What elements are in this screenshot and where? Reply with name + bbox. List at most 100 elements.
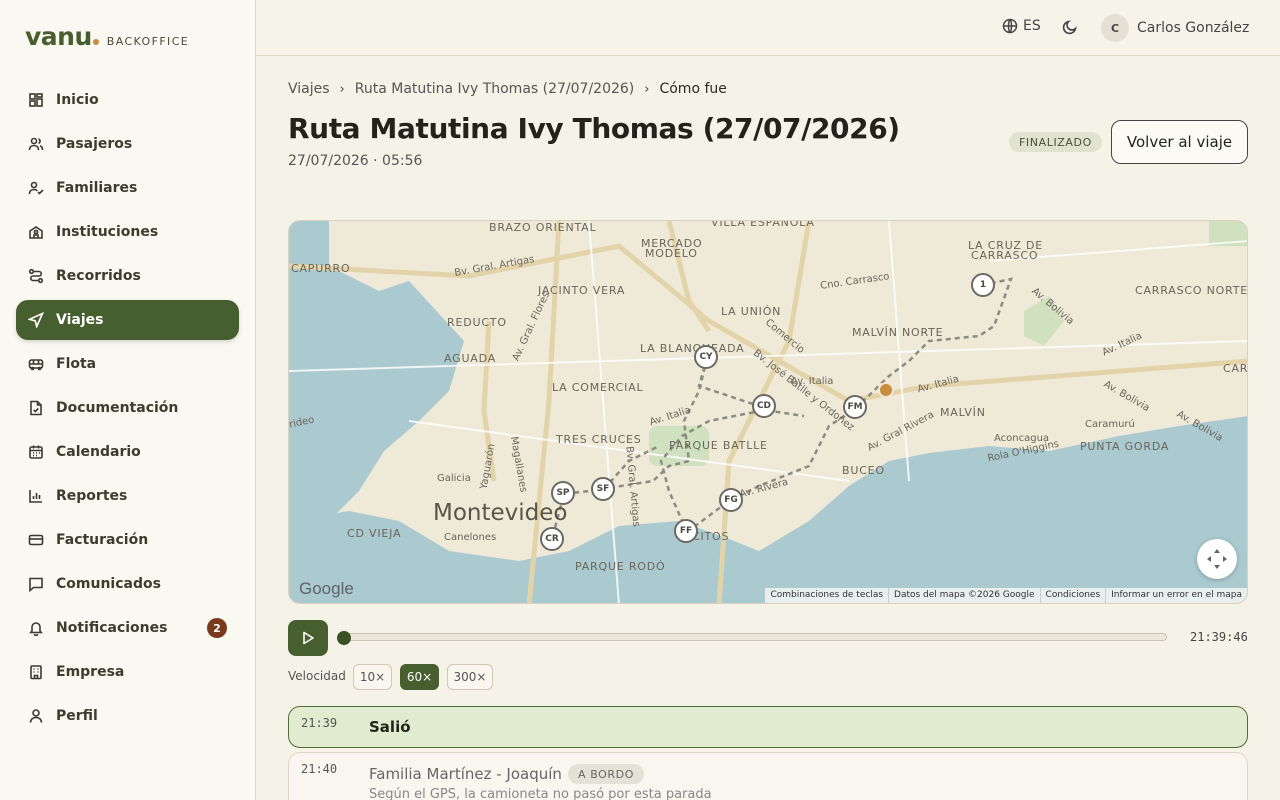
breadcrumb-trip[interactable]: Ruta Matutina Ivy Thomas (27/07/2026) [355,81,635,97]
building-icon [28,664,44,680]
neighborhood-label: MALVÍN [940,406,986,419]
sidebar-nav: Inicio Pasajeros Familiares Institucione… [16,80,239,740]
stop-marker[interactable]: SP [551,481,575,505]
sidebar-item-label: Recorridos [56,268,141,284]
stop-marker[interactable]: 1 [971,273,995,297]
event-time: 21:40 [301,762,338,776]
neighborhood-label: TRES CRUCES [556,433,642,446]
stop-marker[interactable]: CR [540,527,564,551]
sidebar-item-label: Empresa [56,664,125,680]
sidebar-item-label: Familiares [56,180,138,196]
sidebar-item-label: Flota [56,356,97,372]
neighborhood-label: LA COMERCIAL [552,381,644,394]
sidebar-item-label: Viajes [56,312,104,328]
neighborhood-label: CAR [1223,362,1248,375]
brand-subtitle: BACKOFFICE [106,35,190,48]
sidebar-item-documentacion[interactable]: Documentación [16,388,239,428]
sidebar-item-comunicados[interactable]: Comunicados [16,564,239,604]
document-icon [28,400,44,416]
sidebar-item-familiares[interactable]: Familiares [16,168,239,208]
stop-marker[interactable]: CD [752,394,776,418]
neighborhood-label: CAPURRO [291,262,351,275]
fullscreen-icon [1207,549,1227,569]
brand-dot [92,39,99,45]
sidebar-item-instituciones[interactable]: Instituciones [16,212,239,252]
neighborhood-label: PARQUE BATLLE [669,439,768,452]
brand-logo[interactable]: vanu BACKOFFICE [25,22,189,51]
top-bar: ES C Carlos González [256,0,1280,56]
neighborhood-label: VILLA ESPAÑOLA [711,220,815,229]
sidebar-item-recorridos[interactable]: Recorridos [16,256,239,296]
trip-map[interactable]: BRAZO ORIENTAL VILLA ESPAÑOLA MERCADO MO… [288,220,1248,604]
sidebar-item-empresa[interactable]: Empresa [16,652,239,692]
report-error-link[interactable]: Informar un error en el mapa [1105,588,1247,603]
chevron-right-icon: › [339,81,345,97]
calendar-icon [28,444,44,460]
sidebar-item-notificaciones[interactable]: Notificaciones 2 [16,608,239,648]
stop-marker[interactable]: FM [843,395,867,419]
sidebar-item-label: Inicio [56,92,99,108]
speed-label: Velocidad [288,669,346,683]
speed-300x-button[interactable]: 300× [447,664,493,690]
moon-icon [1062,20,1077,35]
street-label: Caramurú [1085,419,1135,430]
breadcrumb: Viajes › Ruta Matutina Ivy Thomas (27/07… [288,81,727,97]
sidebar-item-perfil[interactable]: Perfil [16,696,239,736]
sidebar-item-label: Pasajeros [56,136,133,152]
stop-marker[interactable]: FF [674,519,698,543]
timeline-event[interactable]: 21:39 Salió [288,706,1248,748]
sidebar-item-viajes[interactable]: Viajes [16,300,239,340]
user-menu[interactable]: C Carlos González [1101,14,1249,42]
sidebar-item-label: Instituciones [56,224,159,240]
slider-handle[interactable] [337,631,351,645]
sidebar-item-flota[interactable]: Flota [16,344,239,384]
neighborhood-label: CD VIEJA [347,527,402,540]
language-switcher[interactable]: ES [1002,18,1041,34]
event-title: Salió [369,718,411,736]
users-icon [28,136,44,152]
keyboard-shortcuts-link[interactable]: Combinaciones de teclas [765,588,888,603]
terms-link[interactable]: Condiciones [1039,588,1106,603]
vehicle-marker[interactable] [878,382,894,398]
map-data-label: Datos del mapa ©2026 Google [888,588,1040,603]
route-icon [28,268,44,284]
sidebar-item-calendario[interactable]: Calendario [16,432,239,472]
message-icon [28,576,44,592]
sidebar-item-reportes[interactable]: Reportes [16,476,239,516]
sidebar-item-label: Facturación [56,532,149,548]
user-name: Carlos González [1137,20,1250,36]
neighborhood-label: CARRASCO NORTE [1135,284,1248,297]
timeline-event[interactable]: 21:40 Familia Martínez - Joaquín A BORDO… [288,752,1248,800]
theme-toggle[interactable] [1062,19,1078,39]
sidebar-item-label: Notificaciones [56,620,168,636]
chevron-right-icon: › [644,81,650,97]
sidebar-item-facturacion[interactable]: Facturación [16,520,239,560]
speed-60x-button[interactable]: 60× [400,664,439,690]
breadcrumb-viajes[interactable]: Viajes [288,81,330,97]
brand-name: vanu [25,22,92,51]
playback-time: 21:39:46 [1190,630,1248,644]
neighborhood-label: LA UNIÓN [721,305,782,318]
chart-icon [28,488,44,504]
playback-slider[interactable] [343,633,1167,641]
speed-10x-button[interactable]: 10× [353,664,392,690]
sidebar-item-inicio[interactable]: Inicio [16,80,239,120]
play-button[interactable] [288,620,328,656]
event-time: 21:39 [301,716,338,730]
stop-marker[interactable]: FG [719,488,743,512]
stop-marker[interactable]: CY [694,345,718,369]
sidebar-item-label: Reportes [56,488,128,504]
neighborhood-label: CARRASCO [971,249,1039,262]
sidebar-item-label: Documentación [56,400,179,416]
user-icon [28,708,44,724]
page-subtitle: 27/07/2026 · 05:56 [288,153,423,169]
sidebar-item-label: Calendario [56,444,141,460]
city-label: Montevideo [433,500,568,526]
fullscreen-button[interactable] [1197,539,1237,579]
sidebar-item-pasajeros[interactable]: Pasajeros [16,124,239,164]
stop-marker[interactable]: SF [591,477,615,501]
neighborhood-label: REDUCTO [447,316,507,329]
neighborhood-label: PUNTA GORDA [1080,440,1170,453]
neighborhood-label: PARQUE RODÓ [575,560,666,573]
back-to-trip-button[interactable]: Volver al viaje [1111,120,1248,164]
